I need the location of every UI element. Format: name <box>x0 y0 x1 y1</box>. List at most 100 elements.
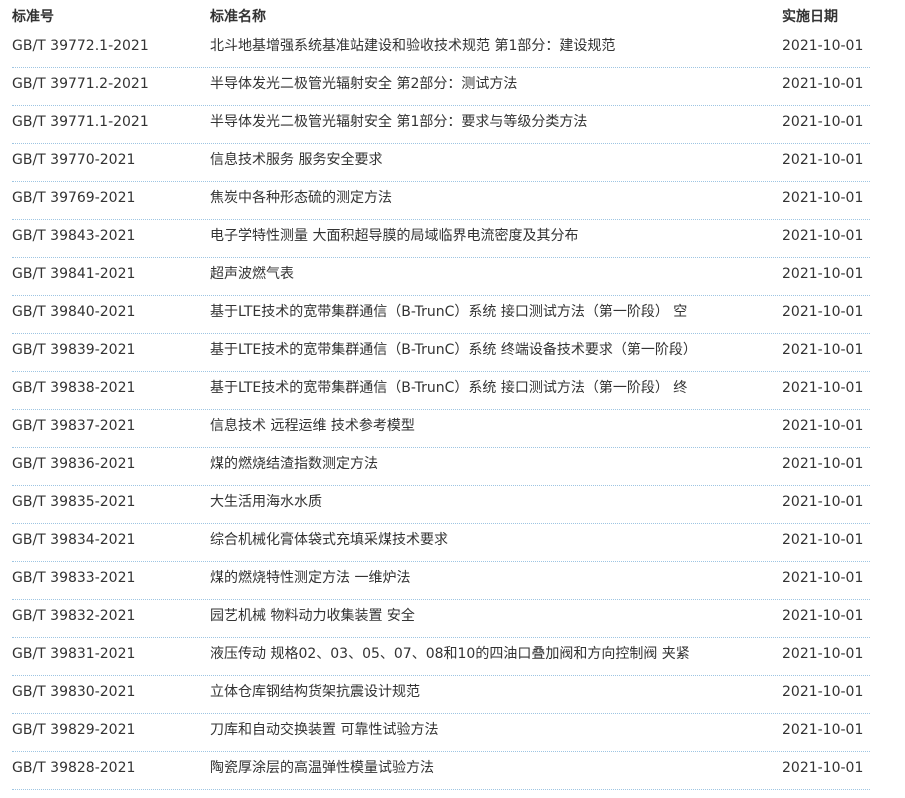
table-row: GB/T 39839-2021 基于LTE技术的宽带集群通信（B-TrunC）系统… <box>0 334 905 372</box>
implementation-date: 2021-10-01 <box>782 304 864 320</box>
table-row: GB/T 39770-2021 信息技术服务 服务安全要求 2021-10-01 <box>0 144 905 182</box>
standard-name-cell: 立体仓库钢结构货架抗震设计规范 <box>210 676 758 708</box>
standard-number: GB/T 39837-2021 <box>12 418 136 434</box>
implementation-date: 2021-10-01 <box>782 570 864 586</box>
standard-name-cell: 基于LTE技术的宽带集群通信（B-TrunC）系统 接口测试方法（第一阶段） 终 <box>210 372 758 404</box>
standard-name-link[interactable]: 综合机械化膏体袋式充填采煤技术要求 <box>210 532 448 548</box>
standard-name-link[interactable]: 电子学特性测量 大面积超导膜的局域临界电流密度及其分布 <box>210 228 578 244</box>
standard-number: GB/T 39831-2021 <box>12 646 136 662</box>
standard-name-link[interactable]: 陶瓷厚涂层的高温弹性模量试验方法 <box>210 760 434 776</box>
standard-name-link[interactable]: 半导体发光二极管光辐射安全 第1部分：要求与等级分类方法 <box>210 114 587 130</box>
standard-number: GB/T 39829-2021 <box>12 722 136 738</box>
standards-table: 标准号 标准名称 实施日期 GB/T 39772.1-2021 北斗地基增强系统基… <box>0 0 905 790</box>
standard-name-cell: 半导体发光二极管光辐射安全 第1部分：要求与等级分类方法 <box>210 106 758 138</box>
table-row: GB/T 39831-2021 液压传动 规格02、03、05、07、08和10的… <box>0 638 905 676</box>
table-row: GB/T 39840-2021 基于LTE技术的宽带集群通信（B-TrunC）系统… <box>0 296 905 334</box>
standard-name-link[interactable]: 刀库和自动交换装置 可靠性试验方法 <box>210 722 438 738</box>
standard-name-cell: 煤的燃烧特性测定方法 一维炉法 <box>210 562 758 594</box>
table-row: GB/T 39828-2021 陶瓷厚涂层的高温弹性模量试验方法 2021-10-0… <box>0 752 905 790</box>
standard-name-cell: 基于LTE技术的宽带集群通信（B-TrunC）系统 终端设备技术要求（第一阶段） <box>210 334 758 366</box>
table-row: GB/T 39836-2021 煤的燃烧结渣指数测定方法 2021-10-01 <box>0 448 905 486</box>
implementation-date: 2021-10-01 <box>782 722 864 738</box>
standard-name-cell: 电子学特性测量 大面积超导膜的局域临界电流密度及其分布 <box>210 220 758 252</box>
implementation-date: 2021-10-01 <box>782 760 864 776</box>
implementation-date: 2021-10-01 <box>782 152 864 168</box>
standard-number: GB/T 39830-2021 <box>12 684 136 700</box>
standard-name-cell: 超声波燃气表 <box>210 258 758 290</box>
standard-name-link[interactable]: 信息技术服务 服务安全要求 <box>210 152 382 168</box>
standard-name-cell: 半导体发光二极管光辐射安全 第2部分：测试方法 <box>210 68 758 100</box>
table-row: GB/T 39843-2021 电子学特性测量 大面积超导膜的局域临界电流密度及其… <box>0 220 905 258</box>
standard-number: GB/T 39772.1-2021 <box>12 38 149 54</box>
implementation-date: 2021-10-01 <box>782 114 864 130</box>
implementation-date: 2021-10-01 <box>782 76 864 92</box>
standard-number: GB/T 39841-2021 <box>12 266 136 282</box>
table-row: GB/T 39829-2021 刀库和自动交换装置 可靠性试验方法 2021-10-… <box>0 714 905 752</box>
table-row: GB/T 39838-2021 基于LTE技术的宽带集群通信（B-TrunC）系统… <box>0 372 905 410</box>
standard-name-cell: 液压传动 规格02、03、05、07、08和10的四油口叠加阀和方向控制阀 夹紧 <box>210 638 758 670</box>
standard-name-link[interactable]: 焦炭中各种形态硫的测定方法 <box>210 190 392 206</box>
table-row: GB/T 39771.2-2021 半导体发光二极管光辐射安全 第2部分：测试方法… <box>0 68 905 106</box>
table-header: 标准号 标准名称 实施日期 <box>0 0 905 30</box>
standard-name-link[interactable]: 北斗地基增强系统基准站建设和验收技术规范 第1部分：建设规范 <box>210 38 615 54</box>
standard-number: GB/T 39771.1-2021 <box>12 114 149 130</box>
table-row: GB/T 39832-2021 园艺机械 物料动力收集装置 安全 2021-10-0… <box>0 600 905 638</box>
header-standard-number: 标准号 <box>12 9 54 25</box>
implementation-date: 2021-10-01 <box>782 266 864 282</box>
standard-name-cell: 煤的燃烧结渣指数测定方法 <box>210 448 758 480</box>
implementation-date: 2021-10-01 <box>782 380 864 396</box>
standard-name-cell: 大生活用海水水质 <box>210 486 758 518</box>
standard-name-link[interactable]: 大生活用海水水质 <box>210 494 322 510</box>
implementation-date: 2021-10-01 <box>782 228 864 244</box>
standard-name-cell: 刀库和自动交换装置 可靠性试验方法 <box>210 714 758 746</box>
standard-name-link[interactable]: 基于LTE技术的宽带集群通信（B-TrunC）系统 接口测试方法（第一阶段） 空 <box>210 304 687 320</box>
table-row: GB/T 39833-2021 煤的燃烧特性测定方法 一维炉法 2021-10-01 <box>0 562 905 600</box>
standard-name-cell: 基于LTE技术的宽带集群通信（B-TrunC）系统 接口测试方法（第一阶段） 空 <box>210 296 758 328</box>
standard-name-link[interactable]: 立体仓库钢结构货架抗震设计规范 <box>210 684 420 700</box>
implementation-date: 2021-10-01 <box>782 418 864 434</box>
standard-name-cell: 焦炭中各种形态硫的测定方法 <box>210 182 758 214</box>
table-row: GB/T 39841-2021 超声波燃气表 2021-10-01 <box>0 258 905 296</box>
standard-name-link[interactable]: 煤的燃烧结渣指数测定方法 <box>210 456 378 472</box>
standard-number: GB/T 39838-2021 <box>12 380 136 396</box>
implementation-date: 2021-10-01 <box>782 38 864 54</box>
standard-name-cell: 北斗地基增强系统基准站建设和验收技术规范 第1部分：建设规范 <box>210 30 758 62</box>
standard-number: GB/T 39836-2021 <box>12 456 136 472</box>
implementation-date: 2021-10-01 <box>782 494 864 510</box>
header-standard-name: 标准名称 <box>210 9 266 25</box>
standard-name-cell: 信息技术服务 服务安全要求 <box>210 144 758 176</box>
standard-number: GB/T 39839-2021 <box>12 342 136 358</box>
standard-number: GB/T 39835-2021 <box>12 494 136 510</box>
table-body: GB/T 39772.1-2021 北斗地基增强系统基准站建设和验收技术规范 第1… <box>0 30 905 790</box>
standard-number: GB/T 39833-2021 <box>12 570 136 586</box>
table-row: GB/T 39837-2021 信息技术 远程运维 技术参考模型 2021-10-0… <box>0 410 905 448</box>
standard-name-link[interactable]: 基于LTE技术的宽带集群通信（B-TrunC）系统 终端设备技术要求（第一阶段） <box>210 342 697 358</box>
standard-number: GB/T 39771.2-2021 <box>12 76 149 92</box>
standard-name-cell: 园艺机械 物料动力收集装置 安全 <box>210 600 758 632</box>
standard-number: GB/T 39832-2021 <box>12 608 136 624</box>
standard-number: GB/T 39828-2021 <box>12 760 136 776</box>
standard-name-link[interactable]: 液压传动 规格02、03、05、07、08和10的四油口叠加阀和方向控制阀 夹紧 <box>210 646 690 662</box>
standard-number: GB/T 39840-2021 <box>12 304 136 320</box>
standard-number: GB/T 39769-2021 <box>12 190 136 206</box>
implementation-date: 2021-10-01 <box>782 684 864 700</box>
implementation-date: 2021-10-01 <box>782 342 864 358</box>
table-row: GB/T 39835-2021 大生活用海水水质 2021-10-01 <box>0 486 905 524</box>
standard-name-link[interactable]: 煤的燃烧特性测定方法 一维炉法 <box>210 570 410 586</box>
table-row: GB/T 39830-2021 立体仓库钢结构货架抗震设计规范 2021-10-01 <box>0 676 905 714</box>
implementation-date: 2021-10-01 <box>782 608 864 624</box>
table-row: GB/T 39772.1-2021 北斗地基增强系统基准站建设和验收技术规范 第1… <box>0 30 905 68</box>
standard-name-link[interactable]: 半导体发光二极管光辐射安全 第2部分：测试方法 <box>210 76 517 92</box>
standard-name-link[interactable]: 信息技术 远程运维 技术参考模型 <box>210 418 415 434</box>
standard-name-link[interactable]: 基于LTE技术的宽带集群通信（B-TrunC）系统 接口测试方法（第一阶段） 终 <box>210 380 687 396</box>
standard-number: GB/T 39834-2021 <box>12 532 136 548</box>
table-row: GB/T 39771.1-2021 半导体发光二极管光辐射安全 第1部分：要求与等… <box>0 106 905 144</box>
header-implementation-date: 实施日期 <box>782 9 838 25</box>
standard-name-link[interactable]: 超声波燃气表 <box>210 266 294 282</box>
standard-name-cell: 信息技术 远程运维 技术参考模型 <box>210 410 758 442</box>
standard-number: GB/T 39770-2021 <box>12 152 136 168</box>
table-row: GB/T 39769-2021 焦炭中各种形态硫的测定方法 2021-10-01 <box>0 182 905 220</box>
implementation-date: 2021-10-01 <box>782 456 864 472</box>
standard-name-link[interactable]: 园艺机械 物料动力收集装置 安全 <box>210 608 415 624</box>
standard-number: GB/T 39843-2021 <box>12 228 136 244</box>
